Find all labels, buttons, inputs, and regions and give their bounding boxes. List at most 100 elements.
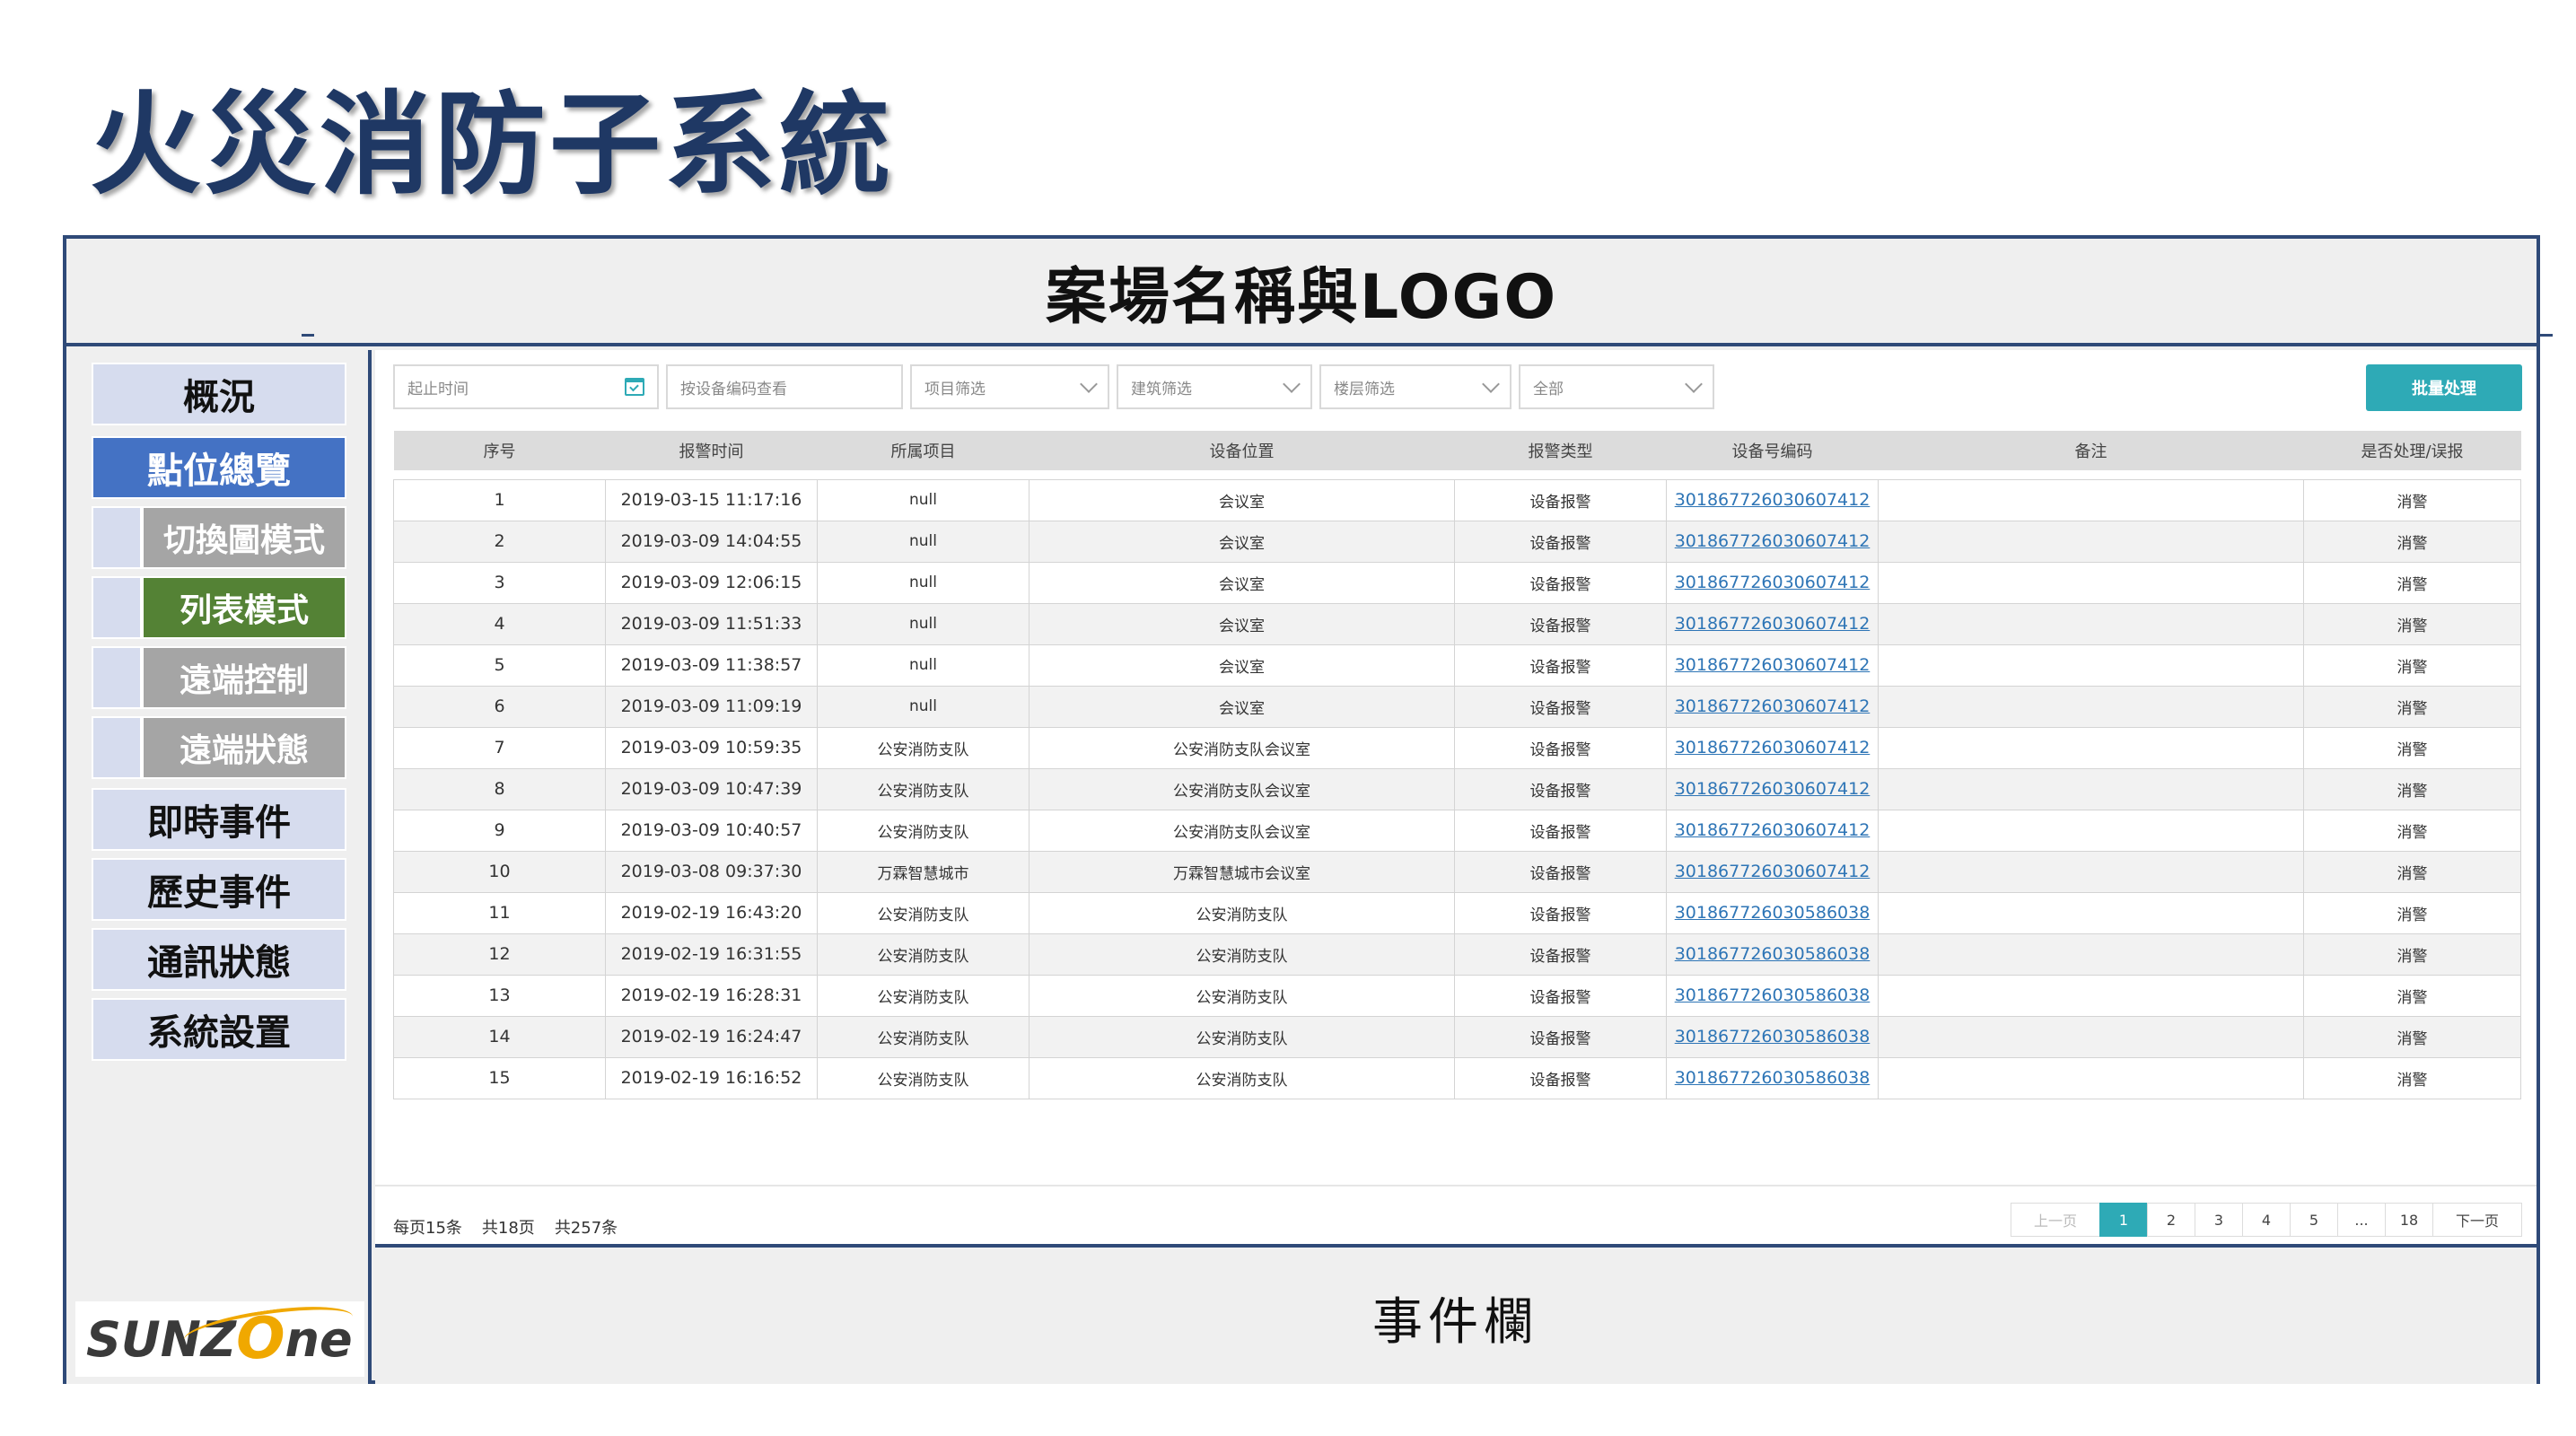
cell-handled[interactable]: 消警	[2303, 520, 2521, 563]
cell-device-code[interactable]: 301867726030586038	[1666, 1056, 1879, 1099]
column-header[interactable]: 是否处理/误报	[2303, 431, 2521, 470]
cell-handled[interactable]: 消警	[2303, 1015, 2521, 1058]
nav-item-history-events[interactable]: 歷史事件	[92, 858, 346, 921]
cell-alarm-time: 2019-02-19 16:24:47	[605, 1015, 818, 1058]
project-filter-select[interactable]: 项目筛选	[910, 364, 1109, 409]
table-row[interactable]: 13 2019-02-19 16:28:31 公安消防支队 公安消防支队 设备报警 301…	[393, 974, 2521, 1017]
cell-device-code[interactable]: 301867726030607412	[1666, 520, 1879, 563]
cell-handled[interactable]: 消警	[2303, 1056, 2521, 1099]
device-code-link[interactable]: 301867726030607412	[1675, 655, 1871, 675]
nav-item-comm-status[interactable]: 通訊狀態	[92, 928, 346, 991]
device-code-link[interactable]: 301867726030607412	[1675, 862, 1871, 881]
nav-item-point-overview[interactable]: 點位總覽	[92, 436, 346, 499]
device-code-link[interactable]: 301867726030607412	[1675, 531, 1871, 551]
time-range-picker[interactable]: 起止时间	[393, 364, 659, 409]
device-code-link[interactable]: 301867726030586038	[1675, 903, 1871, 923]
table-row[interactable]: 12 2019-02-19 16:31:55 公安消防支队 公安消防支队 设备报警 301…	[393, 933, 2521, 976]
device-code-link[interactable]: 301867726030607412	[1675, 573, 1871, 592]
device-code-link[interactable]: 301867726030607412	[1675, 779, 1871, 799]
device-code-link[interactable]: 301867726030586038	[1675, 944, 1871, 964]
cell-device-code[interactable]: 301867726030607412	[1666, 644, 1879, 687]
table-row[interactable]: 10 2019-03-08 09:37:30 万霖智慧城市 万霖智慧城市会议室 设备报警…	[393, 850, 2521, 893]
table-row[interactable]: 9 2019-03-09 10:40:57 公安消防支队 公安消防支队会议室 设备报警 3…	[393, 809, 2521, 852]
cell-note	[1878, 1056, 2304, 1099]
spacer-cell	[393, 470, 2521, 479]
table-row[interactable]: 5 2019-03-09 11:38:57 null 会议室 设备报警 301867726…	[393, 644, 2521, 687]
nav-item-live-events[interactable]: 即時事件	[92, 788, 346, 851]
nav-item-overview[interactable]: 概況	[92, 363, 346, 425]
cell-handled[interactable]: 消警	[2303, 644, 2521, 687]
building-filter-select[interactable]: 建筑筛选	[1117, 364, 1312, 409]
device-code-search-input[interactable]: 按设备编码查看	[666, 364, 903, 409]
column-header[interactable]: 所属项目	[817, 431, 1030, 470]
device-code-link[interactable]: 301867726030586038	[1675, 985, 1871, 1005]
calendar-icon[interactable]	[625, 378, 644, 396]
cell-device-code[interactable]: 301867726030607412	[1666, 767, 1879, 810]
table-row[interactable]: 3 2019-03-09 12:06:15 null 会议室 设备报警 301867726…	[393, 561, 2521, 604]
sub-item-list-mode[interactable]: 列表模式	[142, 576, 346, 639]
cell-device-code[interactable]: 301867726030607412	[1666, 850, 1879, 893]
cell-device-code[interactable]: 301867726030607412	[1666, 602, 1879, 645]
cell-device-code[interactable]: 301867726030586038	[1666, 974, 1879, 1017]
floor-filter-select[interactable]: 楼层筛选	[1319, 364, 1511, 409]
cell-handled[interactable]: 消警	[2303, 891, 2521, 934]
column-header[interactable]: 序号	[393, 431, 606, 470]
cell-handled[interactable]: 消警	[2303, 685, 2521, 728]
cell-handled[interactable]: 消警	[2303, 602, 2521, 645]
column-header[interactable]: 设备号编码	[1666, 431, 1879, 470]
column-header[interactable]: 备注	[1878, 431, 2304, 470]
cell-device-code[interactable]: 301867726030586038	[1666, 891, 1879, 934]
type-filter-select[interactable]: 全部	[1519, 364, 1714, 409]
page-button-2[interactable]: 2	[2147, 1203, 2195, 1237]
page-button-4[interactable]: 4	[2242, 1203, 2291, 1237]
cell-handled[interactable]: 消警	[2303, 809, 2521, 852]
device-code-link[interactable]: 301867726030607412	[1675, 738, 1871, 757]
page-button-3[interactable]: 3	[2195, 1203, 2243, 1237]
column-header[interactable]: 报警类型	[1454, 431, 1667, 470]
next-page-button[interactable]: 下一页	[2432, 1203, 2522, 1237]
page-button-5[interactable]: 5	[2290, 1203, 2338, 1237]
device-code-link[interactable]: 301867726030607412	[1675, 820, 1871, 840]
table-row[interactable]: 14 2019-02-19 16:24:47 公安消防支队 公安消防支队 设备报警 301…	[393, 1015, 2521, 1058]
page-button-last[interactable]: 18	[2385, 1203, 2433, 1237]
cell-device-code[interactable]: 301867726030586038	[1666, 1015, 1879, 1058]
cell-device-code[interactable]: 301867726030607412	[1666, 726, 1879, 769]
device-code-link[interactable]: 301867726030586038	[1675, 1027, 1871, 1046]
table-row[interactable]: 1 2019-03-15 11:17:16 null 会议室 设备报警 301867726…	[393, 478, 2521, 521]
cell-device-code[interactable]: 301867726030607412	[1666, 478, 1879, 521]
device-code-link[interactable]: 301867726030607412	[1675, 614, 1871, 634]
cell-handled[interactable]: 消警	[2303, 726, 2521, 769]
column-header[interactable]: 报警时间	[605, 431, 818, 470]
column-header[interactable]: 设备位置	[1029, 431, 1455, 470]
page-button-1[interactable]: 1	[2099, 1203, 2148, 1237]
table-row[interactable]: 4 2019-03-09 11:51:33 null 会议室 设备报警 301867726…	[393, 602, 2521, 645]
device-code-link[interactable]: 301867726030607412	[1675, 696, 1871, 716]
cell-alarm-type: 设备报警	[1454, 850, 1667, 893]
cell-project: 公安消防支队	[817, 891, 1030, 934]
table-row[interactable]: 8 2019-03-09 10:47:39 公安消防支队 公安消防支队会议室 设备报警 3…	[393, 767, 2521, 810]
table-row[interactable]: 7 2019-03-09 10:59:35 公安消防支队 公安消防支队会议室 设备报警 3…	[393, 726, 2521, 769]
cell-handled[interactable]: 消警	[2303, 561, 2521, 604]
device-code-link[interactable]: 301867726030607412	[1675, 490, 1871, 510]
cell-device-code[interactable]: 301867726030607412	[1666, 561, 1879, 604]
cell-index: 15	[393, 1056, 606, 1099]
table-row[interactable]: 2 2019-03-09 14:04:55 null 会议室 设备报警 301867726…	[393, 520, 2521, 563]
cell-handled[interactable]: 消警	[2303, 478, 2521, 521]
nav-item-system-settings[interactable]: 系統設置	[92, 998, 346, 1061]
device-code-link[interactable]: 301867726030586038	[1675, 1068, 1871, 1088]
cell-device-code[interactable]: 301867726030607412	[1666, 685, 1879, 728]
prev-page-button[interactable]: 上一页	[2011, 1203, 2100, 1237]
cell-handled[interactable]: 消警	[2303, 850, 2521, 893]
cell-handled[interactable]: 消警	[2303, 974, 2521, 1017]
batch-process-button[interactable]: 批量处理	[2366, 364, 2522, 411]
sub-item-remote-status[interactable]: 遠端狀態	[142, 716, 346, 779]
cell-handled[interactable]: 消警	[2303, 767, 2521, 810]
cell-device-code[interactable]: 301867726030586038	[1666, 933, 1879, 976]
sub-item-remote-control[interactable]: 遠端控制	[142, 646, 346, 709]
table-row[interactable]: 6 2019-03-09 11:09:19 null 会议室 设备报警 301867726…	[393, 685, 2521, 728]
table-row[interactable]: 11 2019-02-19 16:43:20 公安消防支队 公安消防支队 设备报警 301…	[393, 891, 2521, 934]
cell-handled[interactable]: 消警	[2303, 933, 2521, 976]
table-row[interactable]: 15 2019-02-19 16:16:52 公安消防支队 公安消防支队 设备报警 301…	[393, 1056, 2521, 1099]
sub-item-map-mode[interactable]: 切換圖模式	[142, 506, 346, 569]
cell-device-code[interactable]: 301867726030607412	[1666, 809, 1879, 852]
